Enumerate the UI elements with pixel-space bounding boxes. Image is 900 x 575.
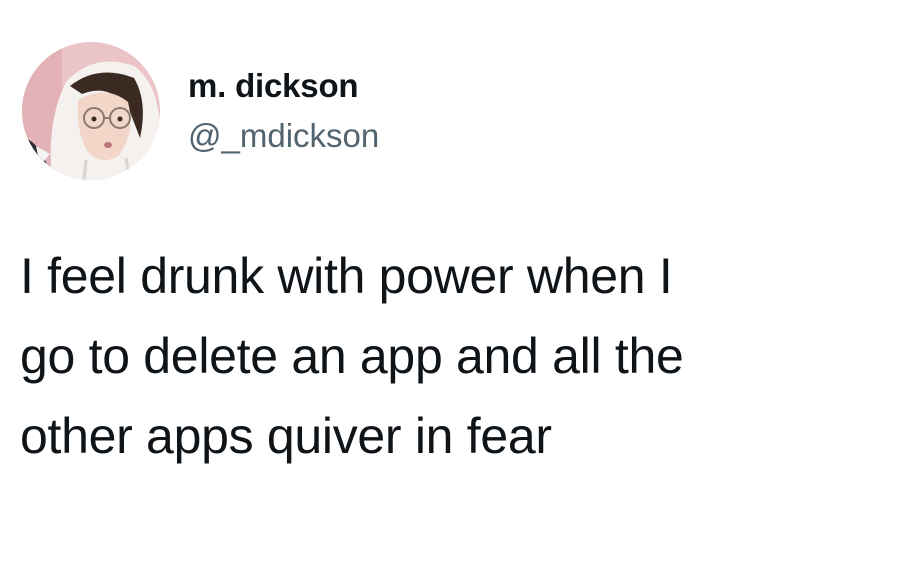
avatar[interactable]	[22, 42, 160, 180]
tweet-card: m. dickson @_mdickson I feel drunk with …	[0, 0, 900, 575]
author-handle[interactable]: @_mdickson	[188, 114, 379, 158]
author-name[interactable]: m. dickson	[188, 64, 359, 108]
avatar-photo	[22, 42, 160, 180]
tweet-text: I feel drunk with power when I go to del…	[20, 248, 684, 464]
